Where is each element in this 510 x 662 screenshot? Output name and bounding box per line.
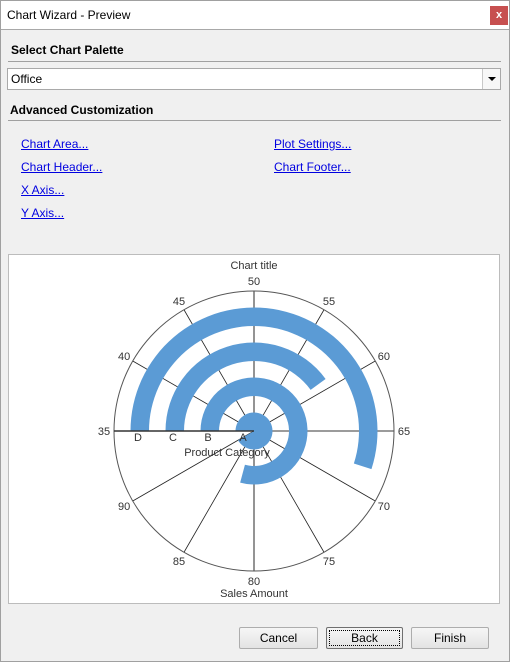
- value-axis-title: Sales Amount: [220, 588, 288, 600]
- value-tick-label-60: 60: [378, 351, 390, 363]
- select-chart-palette-heading: Select Chart Palette: [11, 43, 124, 57]
- back-button-label: Back: [351, 631, 378, 645]
- palette-divider: [8, 61, 501, 62]
- chart-preview-panel: A B C D 35 40 45 50 55 60 65 70 75 80 85 90 Chart title…: [8, 254, 500, 604]
- chart-palette-selected: Office: [11, 72, 43, 86]
- value-tick-label-80: 80: [248, 576, 260, 588]
- advanced-divider: [8, 120, 501, 121]
- value-tick-label-90: 90: [118, 501, 130, 513]
- category-label-D: D: [134, 432, 142, 444]
- value-tick-label-75: 75: [323, 556, 335, 568]
- back-button[interactable]: Back: [326, 627, 403, 649]
- finish-button-label: Finish: [433, 631, 466, 645]
- chart-area-link[interactable]: Chart Area...: [21, 137, 88, 151]
- dropdown-toggle-button[interactable]: [482, 69, 500, 89]
- grid-line-90: [132, 430, 255, 502]
- category-label-C: C: [169, 432, 177, 444]
- chart-header-link[interactable]: Chart Header...: [21, 160, 102, 174]
- category-label-A: A: [239, 432, 247, 444]
- title-bar: Chart Wizard - Preview x: [1, 1, 509, 30]
- category-axis-title: Product Category: [184, 447, 270, 459]
- radial-bar-chart: A B C D 35 40 45 50 55 60 65 70 75 80 85 90 Chart title…: [98, 260, 410, 600]
- cancel-button-label: Cancel: [259, 631, 298, 645]
- x-axis-link[interactable]: X Axis...: [21, 183, 64, 197]
- chart-title: Chart title: [230, 260, 277, 272]
- close-x-icon: x: [495, 9, 503, 21]
- value-tick-label-70: 70: [378, 501, 390, 513]
- value-tick-label-85: 85: [173, 556, 185, 568]
- chart-palette-dropdown[interactable]: Office: [7, 68, 501, 90]
- value-tick-label-50: 50: [248, 276, 260, 288]
- value-tick-label-45: 45: [173, 296, 185, 308]
- chart-footer-link[interactable]: Chart Footer...: [274, 160, 351, 174]
- y-axis-link[interactable]: Y Axis...: [21, 206, 64, 220]
- cancel-button[interactable]: Cancel: [239, 627, 318, 649]
- value-tick-label-65: 65: [398, 426, 410, 438]
- category-label-B: B: [204, 432, 211, 444]
- window-title: Chart Wizard - Preview: [7, 8, 131, 22]
- advanced-customization-heading: Advanced Customization: [10, 103, 154, 117]
- close-button[interactable]: x: [490, 6, 508, 25]
- chevron-down-icon: [488, 77, 496, 81]
- value-tick-label-35: 35: [98, 426, 110, 438]
- finish-button[interactable]: Finish: [411, 627, 489, 649]
- value-tick-label-55: 55: [323, 296, 335, 308]
- value-tick-label-40: 40: [118, 351, 130, 363]
- plot-settings-link[interactable]: Plot Settings...: [274, 137, 351, 151]
